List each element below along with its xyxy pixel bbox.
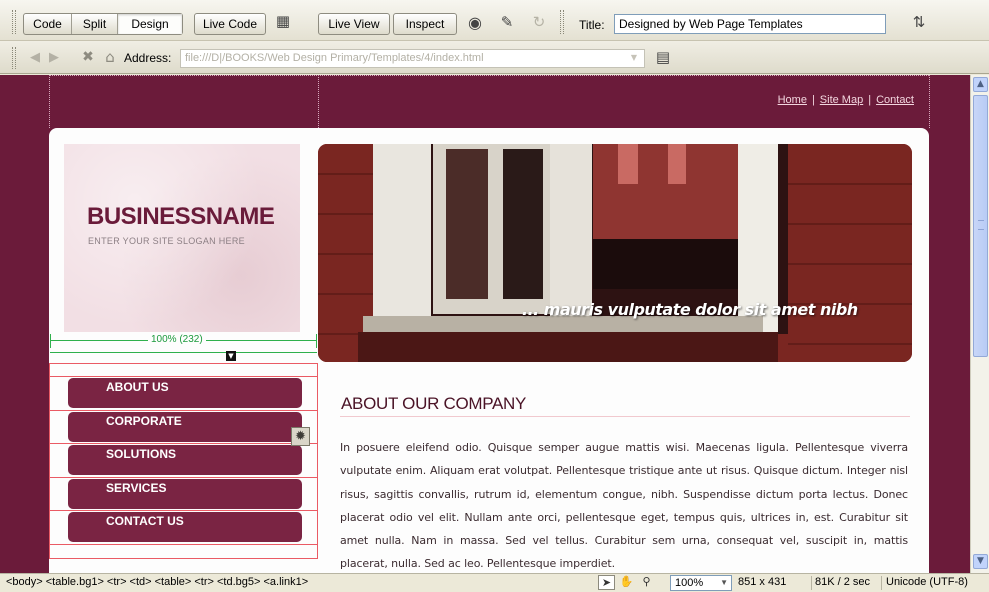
nav-services[interactable]: SERVICES [68,479,302,509]
browser-navigation-toolbar: ◀ ▶ ✖ ⌂ Address: file:///D|/BOOKS/Web De… [0,41,989,74]
code-view-button[interactable]: Code [24,14,72,34]
design-view-options-icon[interactable]: ▦ [271,14,295,34]
cell-outline [49,363,50,559]
status-divider [811,576,812,590]
file-management-icon[interactable]: ⇅ [906,15,932,30]
scroll-thumb[interactable] [973,95,988,357]
site-map-link[interactable]: Site Map [820,94,863,106]
dreamweaver-window: Code Split Design Live Code ▦ Live View … [0,0,989,592]
scroll-down-arrow-icon[interactable]: ▼ [973,554,988,569]
cell-outline [49,443,318,444]
vertical-scrollbar[interactable]: ▲ ▼ [970,75,989,573]
cell-outline [49,544,318,545]
zoom-value: 100% [675,577,704,589]
status-bar: <body> <table.bg1> <tr> <td> <table> <tr… [0,573,989,592]
link-separator: | [868,94,872,106]
toolbar-grip-2[interactable] [560,10,564,34]
title-label: Title: [579,18,605,32]
table-width-line [50,352,317,353]
table-width-tick [50,334,51,348]
document-toolbar: Code Split Design Live Code ▦ Live View … [0,0,989,41]
table-guide [49,75,929,76]
link-separator: | [811,94,815,106]
stop-icon[interactable]: ✖ [80,50,96,64]
address-options-icon[interactable]: ▤ [652,50,674,65]
cell-outline [49,558,318,559]
column-menu-icon[interactable]: ▼ [226,351,236,361]
cell-outline [49,363,318,364]
download-size: 81K / 2 sec [815,576,871,588]
tag-selector[interactable]: <body> <table.bg1> <tr> <td> <table> <tr… [6,576,308,588]
business-name[interactable]: BUSINESSNAME [87,203,275,231]
nav-solutions[interactable]: SOLUTIONS [68,445,302,475]
back-icon[interactable]: ◀ [28,51,42,64]
cell-outline [49,477,318,478]
zoom-icon[interactable]: ⚲ [638,575,655,590]
encoding: Unicode (UTF-8) [886,576,968,588]
zoom-select[interactable]: 100% ▼ [670,575,732,591]
live-code-button[interactable]: Live Code [194,13,266,35]
inspect-button[interactable]: Inspect [393,13,457,35]
nav-contact-us[interactable]: CONTACT US [68,512,302,542]
split-view-button[interactable]: Split [72,14,118,34]
live-view-button[interactable]: Live View [318,13,390,35]
table-width-selector[interactable]: 100% (232) ▼ [50,331,317,363]
cell-outline [317,363,318,559]
nav-about-us[interactable]: ABOUT US [68,378,302,408]
forward-icon[interactable]: ▶ [47,51,61,64]
element-hud-icon[interactable]: ✹ [291,427,310,446]
view-mode-segment: Code Split Design [23,13,183,35]
site-slogan[interactable]: ENTER YOUR SITE SLOGAN HERE [88,236,245,246]
cell-outline [49,376,318,377]
home-link[interactable]: Home [778,94,807,106]
document-title-field[interactable]: Designed by Web Page Templates [614,14,886,34]
home-icon[interactable]: ⌂ [101,50,119,65]
validate-icon[interactable]: ✎ [494,15,520,30]
chevron-down-icon: ▼ [720,578,728,587]
cell-outline [49,410,318,411]
top-links: Home | Site Map | Contact [778,94,914,106]
hero-caption[interactable]: ... mauris vulputate dolor sit amet nibh [522,300,858,319]
design-view-button[interactable]: Design [118,14,182,34]
table-guide [929,75,930,128]
pointer-icon[interactable]: ➤ [598,575,615,590]
address-field[interactable]: file:///D|/BOOKS/Web Design Primary/Temp… [180,49,645,68]
contact-link[interactable]: Contact [876,94,914,106]
scroll-up-arrow-icon[interactable]: ▲ [973,77,988,92]
table-width-label[interactable]: 100% (232) [148,334,206,345]
hand-icon[interactable]: ✋ [618,575,635,590]
table-guide [318,75,319,128]
browser-preview-icon[interactable]: ◉ [464,15,486,31]
toolbar-grip[interactable] [12,10,16,34]
status-divider [881,576,882,590]
hero-image[interactable] [318,144,912,362]
side-navigation: ABOUT US CORPORATE SOLUTIONS SERVICES CO… [49,363,318,559]
table-guide [49,75,50,128]
about-heading[interactable]: ABOUT OUR COMPANY [341,394,526,414]
refresh-icon[interactable]: ↻ [530,15,548,30]
address-dropdown-icon[interactable]: ▼ [628,54,640,62]
toolbar-grip-3[interactable] [12,47,16,69]
heading-rule [340,416,910,417]
cell-outline [49,510,318,511]
address-label: Address: [124,51,172,65]
nav-corporate[interactable]: CORPORATE [68,412,302,442]
hero-window-illustration [318,144,912,362]
table-width-tick [316,334,317,348]
about-paragraph[interactable]: In posuere eleifend odio. Quisque semper… [340,436,908,576]
window-size[interactable]: 851 x 431 [738,576,786,588]
status-tools: ➤ ✋ ⚲ [598,575,668,590]
